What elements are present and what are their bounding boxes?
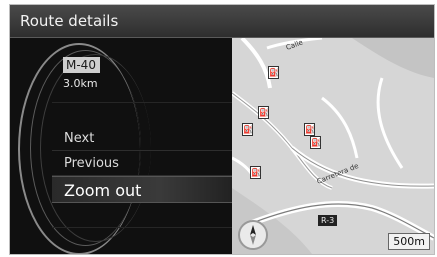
road-number-tag: R-3 xyxy=(318,215,338,226)
divider xyxy=(52,227,232,228)
title-bar: Route details xyxy=(10,5,434,38)
menu-item-next[interactable]: Next xyxy=(52,127,232,151)
compass-icon[interactable] xyxy=(238,220,268,250)
menu-item-previous[interactable]: Previous xyxy=(52,152,232,176)
fuel-station-icon[interactable]: ⛽ xyxy=(258,106,269,119)
compass-needle-icon xyxy=(250,225,256,245)
fuel-station-icon[interactable]: ⛽ xyxy=(242,123,253,136)
fuel-station-icon[interactable]: ⛽ xyxy=(304,123,315,136)
route-distance: 3.0km xyxy=(63,77,98,90)
fuel-station-icon[interactable]: ⛽ xyxy=(268,66,279,79)
route-details-panel: M-40 3.0km Next Previous Zoom out xyxy=(10,38,232,254)
menu-item-zoom-out[interactable]: Zoom out xyxy=(52,176,232,203)
fuel-station-icon[interactable]: ⛽ xyxy=(250,166,261,179)
navigation-screen: Route details M-40 3.0km Next Previous Z… xyxy=(9,4,435,255)
map-scale: 500m xyxy=(388,233,430,250)
screen-title: Route details xyxy=(20,12,119,30)
fuel-station-icon[interactable]: ⛽ xyxy=(310,136,321,149)
road-name-badge: M-40 xyxy=(63,57,100,73)
route-map[interactable]: Calle Carretera de ⛽ ⛽ ⛽ ⛽ ⛽ ⛽ R-3 500m xyxy=(232,38,434,254)
divider xyxy=(52,102,232,103)
